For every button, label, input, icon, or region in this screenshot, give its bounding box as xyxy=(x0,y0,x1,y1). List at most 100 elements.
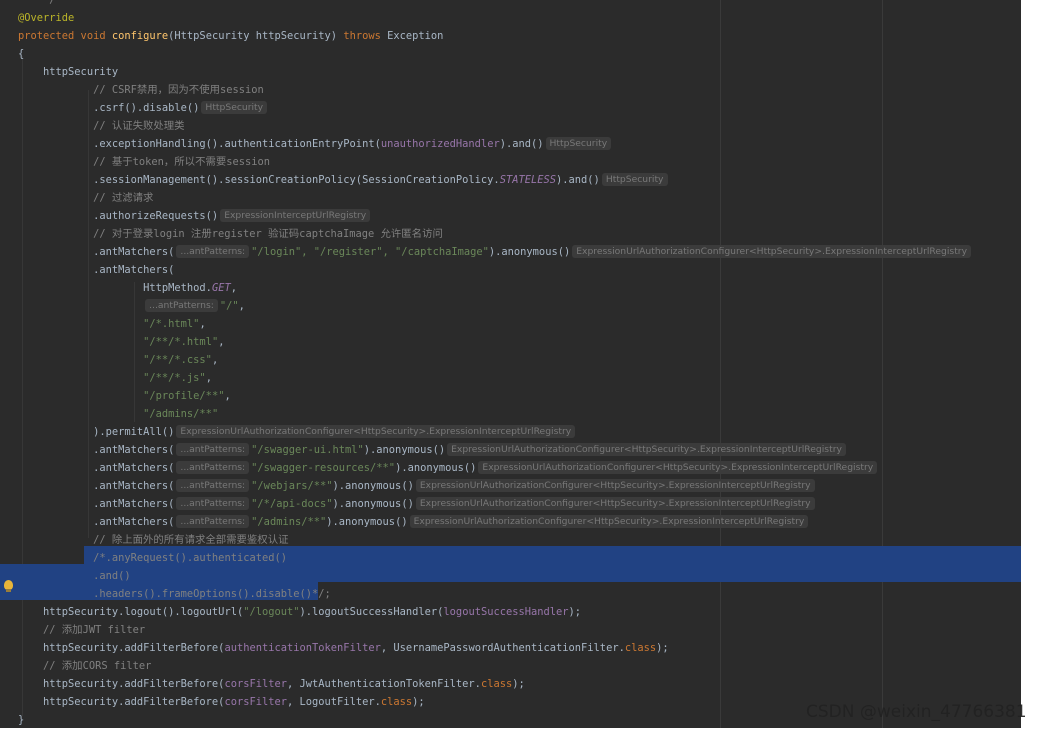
code-line[interactable]: "/admins/**" xyxy=(18,405,218,423)
code-line[interactable]: // 添加JWT filter xyxy=(18,621,145,639)
code-line[interactable]: HttpMethod.GET, xyxy=(18,279,237,297)
code-token: "/*.html" xyxy=(143,318,200,330)
code-token: .antMatchers( xyxy=(18,444,175,456)
code-line[interactable]: /*.anyRequest().authenticated() xyxy=(18,549,287,567)
parameter-hint: ...antPatterns: xyxy=(176,497,250,510)
code-token: ).anonymous() xyxy=(363,444,446,456)
parameter-hint: ...antPatterns: xyxy=(176,245,250,258)
code-editor[interactable]: */ @Override protected void configure(Http… xyxy=(0,0,1021,728)
code-line[interactable]: // 认证失败处理类 xyxy=(18,117,185,135)
code-token: .antMatchers( xyxy=(18,462,175,474)
page-margin xyxy=(1021,0,1055,732)
code-token: @Override xyxy=(18,12,75,24)
code-line[interactable]: .csrf().disable() HttpSecurity xyxy=(18,99,269,117)
code-token: configure xyxy=(111,30,169,42)
code-token: // 对于登录login 注册register 验证码captchaImage … xyxy=(18,228,443,240)
code-token: "/swagger-ui.html" xyxy=(251,444,364,456)
parameter-hint: ExpressionInterceptUrlRegistry xyxy=(220,209,371,222)
code-token: httpSecurity xyxy=(18,66,119,78)
code-line[interactable]: // 添加CORS filter xyxy=(18,657,151,675)
code-token: protected void xyxy=(18,30,112,42)
parameter-hint: ExpressionUrlAuthorizationConfigurer<Htt… xyxy=(572,245,972,258)
code-token: Exception xyxy=(387,30,444,42)
code-line[interactable]: .antMatchers(...antPatterns: "/webjars/**… xyxy=(18,477,817,495)
code-token: STATELESS xyxy=(499,174,557,186)
code-line[interactable]: httpSecurity.logout().logoutUrl("/logout… xyxy=(18,603,581,621)
code-line[interactable]: // CSRF禁用，因为不使用session xyxy=(18,81,264,99)
code-line[interactable]: httpSecurity xyxy=(18,63,118,81)
code-token: .authorizeRequests() xyxy=(18,210,219,222)
parameter-hint: ExpressionUrlAuthorizationConfigurer<Htt… xyxy=(409,515,809,528)
code-token: // 基于token，所以不需要session xyxy=(18,156,271,168)
code-line[interactable]: ).permitAll() ExpressionUrlAuthorizationC… xyxy=(18,423,577,441)
code-token: ).anonymous() xyxy=(332,498,414,510)
code-line[interactable]: .antMatchers(...antPatterns: "/login", "/… xyxy=(18,243,973,261)
code-token: "/webjars/**" xyxy=(251,480,333,492)
code-token: httpSecurity.addFilterBefore( xyxy=(18,696,225,708)
code-token: "/admins/**" xyxy=(143,408,219,420)
code-token: httpSecurity.logout().logoutUrl( xyxy=(18,606,244,618)
code-line[interactable]: // 基于token，所以不需要session xyxy=(18,153,270,171)
code-token: GET xyxy=(211,282,231,294)
parameter-hint: ExpressionUrlAuthorizationConfigurer<Htt… xyxy=(415,497,815,510)
parameter-hint: ExpressionUrlAuthorizationConfigurer<Htt… xyxy=(415,479,815,492)
code-line[interactable]: // 对于登录login 注册register 验证码captchaImage … xyxy=(18,225,443,243)
code-token: "/login", "/register", "/captchaImage" xyxy=(251,246,489,258)
lightbulb-icon[interactable] xyxy=(4,580,13,592)
code-token: .antMatchers( xyxy=(18,264,175,276)
code-token: class xyxy=(380,696,413,708)
code-token: .sessionManagement().sessionCreationPoli… xyxy=(18,174,500,186)
code-line[interactable]: @Override xyxy=(18,9,74,27)
code-line[interactable]: } xyxy=(18,711,24,728)
code-line[interactable]: "/profile/**", xyxy=(18,387,231,405)
code-line[interactable]: .exceptionHandling().authenticationEntry… xyxy=(18,135,613,153)
code-token: "/profile/**" xyxy=(143,390,225,402)
code-line[interactable]: "/**/*.html", xyxy=(18,333,224,351)
code-line[interactable]: .antMatchers(...antPatterns: "/*/api-docs… xyxy=(18,495,817,513)
code-line[interactable]: .antMatchers( xyxy=(18,261,174,279)
code-line[interactable]: // 过滤请求 xyxy=(18,189,153,207)
code-token: (HttpSecurity httpSecurity) xyxy=(168,30,344,42)
code-line[interactable]: .and() xyxy=(18,567,131,585)
code-token: "/swagger-resources/**" xyxy=(251,462,396,474)
code-line[interactable]: .headers().frameOptions().disable()*/; xyxy=(18,585,331,603)
code-line[interactable]: "/*.html", xyxy=(18,315,206,333)
code-token: ); xyxy=(412,696,425,708)
code-line[interactable]: .authorizeRequests() ExpressionInterceptU… xyxy=(18,207,372,225)
code-token: ); xyxy=(656,642,669,654)
parameter-hint: ExpressionUrlAuthorizationConfigurer<Htt… xyxy=(176,425,576,438)
code-token: , LogoutFilter. xyxy=(287,696,381,708)
code-line[interactable]: .antMatchers(...antPatterns: "/swagger-re… xyxy=(18,459,879,477)
parameter-hint: HttpSecurity xyxy=(201,101,268,114)
parameter-hint: HttpSecurity xyxy=(545,137,612,150)
code-token: // 添加CORS filter xyxy=(18,660,152,672)
code-token: , UsernamePasswordAuthenticationFilter. xyxy=(380,642,625,654)
code-line[interactable]: */ xyxy=(18,0,56,9)
code-token: "/**/*.js" xyxy=(143,372,206,384)
code-token: , xyxy=(199,318,206,330)
code-token: HttpMethod. xyxy=(18,282,212,294)
code-token: } xyxy=(18,714,25,726)
code-line[interactable]: .antMatchers(...antPatterns: "/swagger-ui… xyxy=(18,441,848,459)
code-line[interactable]: // 除上面外的所有请求全部需要鉴权认证 xyxy=(18,531,288,549)
code-line[interactable]: httpSecurity.addFilterBefore(corsFilter,… xyxy=(18,675,525,693)
code-line[interactable]: httpSecurity.addFilterBefore(corsFilter,… xyxy=(18,693,425,711)
code-line[interactable]: .antMatchers(...antPatterns: "/admins/**"… xyxy=(18,513,810,531)
code-line[interactable]: httpSecurity.addFilterBefore(authenticat… xyxy=(18,639,669,657)
code-line[interactable]: "/**/*.js", xyxy=(18,369,212,387)
code-token: // 添加JWT filter xyxy=(18,624,146,636)
code-token: ).and() xyxy=(499,138,544,150)
code-line[interactable]: protected void configure(HttpSecurity ht… xyxy=(18,27,443,45)
parameter-hint: ...antPatterns: xyxy=(176,461,250,474)
code-line[interactable]: { xyxy=(18,45,24,63)
code-line[interactable]: .sessionManagement().sessionCreationPoli… xyxy=(18,171,670,189)
code-line[interactable]: "/**/*.css", xyxy=(18,351,218,369)
code-token: "/**/*.css" xyxy=(143,354,212,366)
code-token: class xyxy=(480,678,513,690)
code-token: /*.anyRequest().authenticated() xyxy=(18,552,287,564)
code-line[interactable]: ...antPatterns: "/", xyxy=(18,297,245,315)
